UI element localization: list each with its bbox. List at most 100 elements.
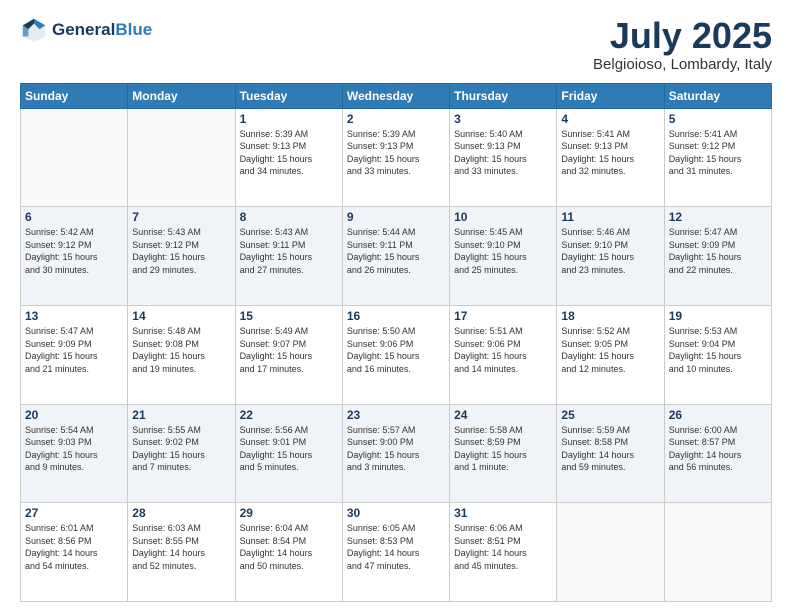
calendar-cell: 21 Sunrise: 5:55 AM Sunset: 9:02 PM Dayli… [128, 404, 235, 503]
day-info: Sunrise: 5:55 AM Sunset: 9:02 PM Dayligh… [132, 424, 230, 474]
day-info: Sunrise: 5:59 AM Sunset: 8:58 PM Dayligh… [561, 424, 659, 474]
day-info: Sunrise: 5:50 AM Sunset: 9:06 PM Dayligh… [347, 325, 445, 375]
week-row-4: 20Sunrise: 5:54 AM Sunset: 9:03 PM Dayli… [21, 404, 772, 503]
day-number: 5 [669, 112, 767, 126]
day-number: 7 [132, 210, 230, 224]
day-info: Sunrise: 6:04 AM Sunset: 8:54 PM Dayligh… [240, 522, 338, 572]
day-number: 12 [669, 210, 767, 224]
day-number: 18 [561, 309, 659, 323]
location-subtitle: Belgioioso, Lombardy, Italy [593, 56, 772, 73]
day-number: 13 [25, 309, 123, 323]
day-number: 3 [454, 112, 552, 126]
calendar-cell: 14 Sunrise: 5:48 AM Sunset: 9:08 PM Dayli… [128, 305, 235, 404]
day-info: Sunrise: 5:40 AM Sunset: 9:13 PM Dayligh… [454, 128, 552, 178]
day-info: Sunrise: 5:47 AM Sunset: 9:09 PM Dayligh… [25, 325, 123, 375]
calendar-cell: 23 Sunrise: 5:57 AM Sunset: 9:00 PM Dayli… [342, 404, 449, 503]
day-info: Sunrise: 6:06 AM Sunset: 8:51 PM Dayligh… [454, 522, 552, 572]
week-row-2: 6 Sunrise: 5:42 AM Sunset: 9:12 PM Daylig… [21, 207, 772, 306]
day-info: Sunrise: 5:48 AM Sunset: 9:08 PM Dayligh… [132, 325, 230, 375]
day-number: 30 [347, 506, 445, 520]
day-number: 9 [347, 210, 445, 224]
day-info: Sunrise: 5:47 AM Sunset: 9:09 PM Dayligh… [669, 226, 767, 276]
month-title: July 2025 [593, 16, 772, 56]
weekday-header-tuesday: Tuesday [235, 83, 342, 108]
calendar-cell: 22 Sunrise: 5:56 AM Sunset: 9:01 PM Dayli… [235, 404, 342, 503]
day-number: 29 [240, 506, 338, 520]
day-number: 6 [25, 210, 123, 224]
day-number: 22 [240, 408, 338, 422]
day-info: Sunrise: 5:43 AM Sunset: 9:12 PM Dayligh… [132, 226, 230, 276]
day-info: Sunrise: 5:49 AM Sunset: 9:07 PM Dayligh… [240, 325, 338, 375]
day-info: Sunrise: 5:53 AM Sunset: 9:04 PM Dayligh… [669, 325, 767, 375]
calendar-cell: 20Sunrise: 5:54 AM Sunset: 9:03 PM Dayli… [21, 404, 128, 503]
calendar-cell: 3 Sunrise: 5:40 AM Sunset: 9:13 PM Daylig… [450, 108, 557, 207]
day-info: Sunrise: 5:41 AM Sunset: 9:13 PM Dayligh… [561, 128, 659, 178]
calendar-cell: 1 Sunrise: 5:39 AM Sunset: 9:13 PM Daylig… [235, 108, 342, 207]
calendar-cell: 17Sunrise: 5:51 AM Sunset: 9:06 PM Dayli… [450, 305, 557, 404]
day-info: Sunrise: 5:56 AM Sunset: 9:01 PM Dayligh… [240, 424, 338, 474]
day-info: Sunrise: 5:42 AM Sunset: 9:12 PM Dayligh… [25, 226, 123, 276]
calendar-cell: 25 Sunrise: 5:59 AM Sunset: 8:58 PM Dayli… [557, 404, 664, 503]
day-number: 4 [561, 112, 659, 126]
calendar-cell: 7 Sunrise: 5:43 AM Sunset: 9:12 PM Daylig… [128, 207, 235, 306]
header: GeneralBlue July 2025 Belgioioso, Lombar… [20, 16, 772, 73]
day-info: Sunrise: 5:46 AM Sunset: 9:10 PM Dayligh… [561, 226, 659, 276]
day-number: 16 [347, 309, 445, 323]
calendar-cell: 10 Sunrise: 5:45 AM Sunset: 9:10 PM Dayli… [450, 207, 557, 306]
calendar-cell: 27 Sunrise: 6:01 AM Sunset: 8:56 PM Dayli… [21, 503, 128, 602]
calendar-cell: 15 Sunrise: 5:49 AM Sunset: 9:07 PM Dayli… [235, 305, 342, 404]
day-info: Sunrise: 5:58 AM Sunset: 8:59 PM Dayligh… [454, 424, 552, 474]
day-info: Sunrise: 6:00 AM Sunset: 8:57 PM Dayligh… [669, 424, 767, 474]
week-row-1: 1 Sunrise: 5:39 AM Sunset: 9:13 PM Daylig… [21, 108, 772, 207]
day-info: Sunrise: 5:39 AM Sunset: 9:13 PM Dayligh… [347, 128, 445, 178]
day-number: 15 [240, 309, 338, 323]
day-number: 2 [347, 112, 445, 126]
calendar-cell: 24Sunrise: 5:58 AM Sunset: 8:59 PM Dayli… [450, 404, 557, 503]
weekday-header-wednesday: Wednesday [342, 83, 449, 108]
day-info: Sunrise: 6:01 AM Sunset: 8:56 PM Dayligh… [25, 522, 123, 572]
calendar-cell: 28Sunrise: 6:03 AM Sunset: 8:55 PM Dayli… [128, 503, 235, 602]
week-row-3: 13 Sunrise: 5:47 AM Sunset: 9:09 PM Dayli… [21, 305, 772, 404]
calendar-cell [21, 108, 128, 207]
day-number: 10 [454, 210, 552, 224]
day-number: 25 [561, 408, 659, 422]
day-number: 26 [669, 408, 767, 422]
day-info: Sunrise: 5:57 AM Sunset: 9:00 PM Dayligh… [347, 424, 445, 474]
day-info: Sunrise: 5:45 AM Sunset: 9:10 PM Dayligh… [454, 226, 552, 276]
weekday-header-monday: Monday [128, 83, 235, 108]
day-info: Sunrise: 5:52 AM Sunset: 9:05 PM Dayligh… [561, 325, 659, 375]
calendar-cell [664, 503, 771, 602]
day-number: 11 [561, 210, 659, 224]
day-number: 23 [347, 408, 445, 422]
day-info: Sunrise: 5:44 AM Sunset: 9:11 PM Dayligh… [347, 226, 445, 276]
day-number: 31 [454, 506, 552, 520]
calendar-cell: 16 Sunrise: 5:50 AM Sunset: 9:06 PM Dayli… [342, 305, 449, 404]
day-number: 20 [25, 408, 123, 422]
logo-icon [20, 16, 48, 44]
day-number: 27 [25, 506, 123, 520]
day-number: 8 [240, 210, 338, 224]
day-info: Sunrise: 5:41 AM Sunset: 9:12 PM Dayligh… [669, 128, 767, 178]
logo: GeneralBlue [20, 16, 152, 44]
day-number: 28 [132, 506, 230, 520]
day-number: 17 [454, 309, 552, 323]
week-row-5: 27 Sunrise: 6:01 AM Sunset: 8:56 PM Dayli… [21, 503, 772, 602]
day-number: 19 [669, 309, 767, 323]
calendar-cell: 5 Sunrise: 5:41 AM Sunset: 9:12 PM Daylig… [664, 108, 771, 207]
day-info: Sunrise: 5:39 AM Sunset: 9:13 PM Dayligh… [240, 128, 338, 178]
day-number: 1 [240, 112, 338, 126]
calendar-cell: 30Sunrise: 6:05 AM Sunset: 8:53 PM Dayli… [342, 503, 449, 602]
calendar-cell: 11 Sunrise: 5:46 AM Sunset: 9:10 PM Dayli… [557, 207, 664, 306]
calendar-cell: 13 Sunrise: 5:47 AM Sunset: 9:09 PM Dayli… [21, 305, 128, 404]
day-number: 14 [132, 309, 230, 323]
calendar-cell [557, 503, 664, 602]
day-number: 21 [132, 408, 230, 422]
logo-text: GeneralBlue [52, 21, 152, 40]
calendar-cell: 29 Sunrise: 6:04 AM Sunset: 8:54 PM Dayli… [235, 503, 342, 602]
calendar-cell: 8Sunrise: 5:43 AM Sunset: 9:11 PM Daylig… [235, 207, 342, 306]
calendar-cell: 12 Sunrise: 5:47 AM Sunset: 9:09 PM Dayli… [664, 207, 771, 306]
calendar-cell: 18 Sunrise: 5:52 AM Sunset: 9:05 PM Dayli… [557, 305, 664, 404]
calendar-cell: 31 Sunrise: 6:06 AM Sunset: 8:51 PM Dayli… [450, 503, 557, 602]
calendar-cell: 6 Sunrise: 5:42 AM Sunset: 9:12 PM Daylig… [21, 207, 128, 306]
calendar-cell: 9 Sunrise: 5:44 AM Sunset: 9:11 PM Daylig… [342, 207, 449, 306]
